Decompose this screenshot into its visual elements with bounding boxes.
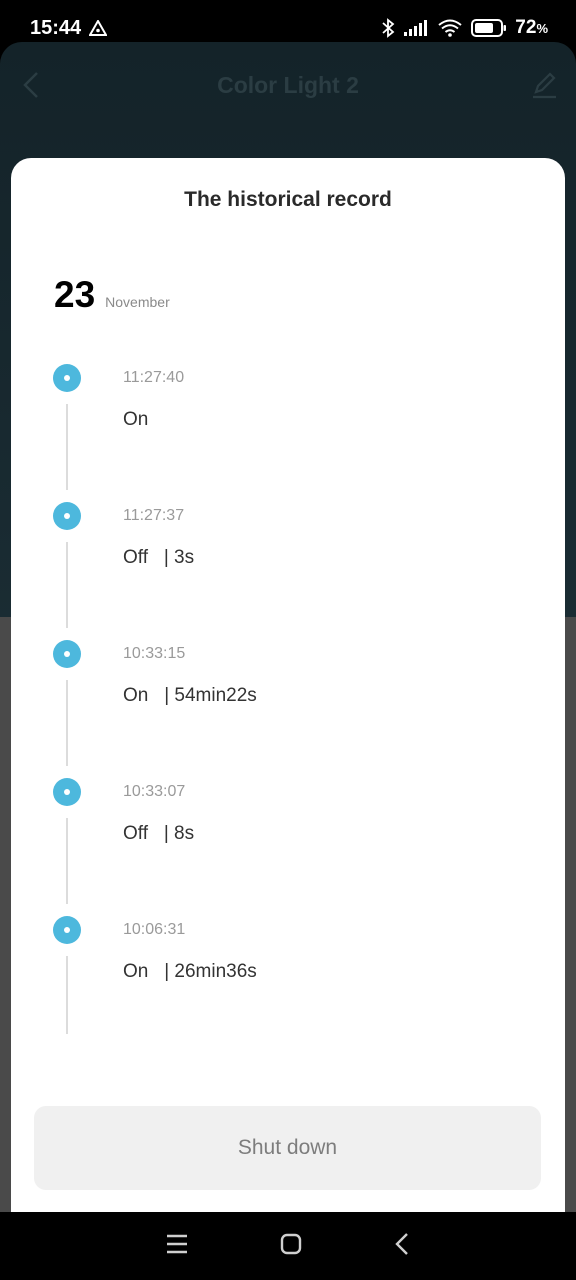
entry-status: On | 26min36s	[123, 961, 257, 983]
edit-pencil-icon[interactable]	[530, 70, 558, 105]
history-timeline: 11:27:40 On 11:27:37 Off | 3s 10:33:15 O…	[11, 363, 565, 1053]
timeline-dot-icon	[53, 364, 81, 392]
entry-state: Off	[123, 823, 148, 844]
timeline-connector	[66, 542, 68, 628]
timeline-dot-icon	[53, 916, 81, 944]
status-right: 72%	[381, 17, 548, 39]
timeline-dot-icon	[53, 502, 81, 530]
entry-time: 11:27:40	[123, 369, 185, 386]
wifi-icon	[437, 18, 463, 38]
battery-level: 72%	[515, 17, 548, 38]
status-left: 15:44	[30, 16, 108, 40]
date-day: 23	[54, 274, 96, 315]
sheet-title: The historical record	[184, 188, 392, 211]
shut-down-button[interactable]: Shut down	[34, 1106, 541, 1190]
entry-status: On | 54min22s	[123, 685, 257, 707]
back-icon[interactable]	[393, 1231, 411, 1262]
entry-status: Off | 8s	[123, 823, 194, 845]
entry-time: 10:33:07	[123, 783, 186, 800]
timeline-connector	[66, 404, 68, 490]
device-title: Color Light 2	[217, 71, 359, 98]
timeline-connector	[66, 818, 68, 904]
date-month: November	[105, 294, 170, 310]
timeline-dot-icon	[53, 778, 81, 806]
alert-triangle-icon	[89, 20, 108, 36]
entry-time: 10:33:15	[123, 645, 186, 662]
status-time: 15:44	[30, 16, 82, 39]
screen: 15:44 72% Color Light 2 The historical r…	[0, 0, 576, 1280]
battery-icon	[471, 19, 507, 37]
back-arrow-icon[interactable]	[20, 70, 42, 105]
history-entry: 11:27:40 On	[11, 363, 565, 501]
home-icon[interactable]	[279, 1232, 303, 1261]
entry-duration: | 8s	[163, 823, 195, 844]
timeline-connector	[66, 956, 68, 1034]
history-entry: 10:06:31 On | 26min36s	[11, 915, 565, 1053]
entry-state: On	[123, 409, 149, 430]
menu-icon[interactable]	[165, 1233, 189, 1260]
entry-duration: | 54min22s	[164, 685, 257, 706]
entry-time: 11:27:37	[123, 507, 185, 524]
bluetooth-icon	[381, 18, 395, 38]
date-header: 23 November	[54, 274, 170, 316]
history-entry: 10:33:15 On | 54min22s	[11, 639, 565, 777]
history-entry: 10:33:07 Off | 8s	[11, 777, 565, 915]
entry-state: On	[123, 961, 149, 982]
entry-status: Off | 3s	[123, 547, 194, 569]
history-sheet: The historical record 23 November 11:27:…	[11, 158, 565, 1218]
entry-status: On	[123, 409, 164, 431]
history-entry: 11:27:37 Off | 3s	[11, 501, 565, 639]
timeline-dot-icon	[53, 640, 81, 668]
timeline-connector	[66, 680, 68, 766]
navigation-bar	[0, 1212, 576, 1280]
entry-duration: | 3s	[163, 547, 195, 568]
entry-state: On	[123, 685, 149, 706]
signal-icon	[403, 19, 429, 37]
entry-time: 10:06:31	[123, 921, 186, 938]
app-header: Color Light 2	[0, 42, 576, 128]
entry-state: Off	[123, 547, 148, 568]
entry-duration: | 26min36s	[164, 961, 257, 982]
